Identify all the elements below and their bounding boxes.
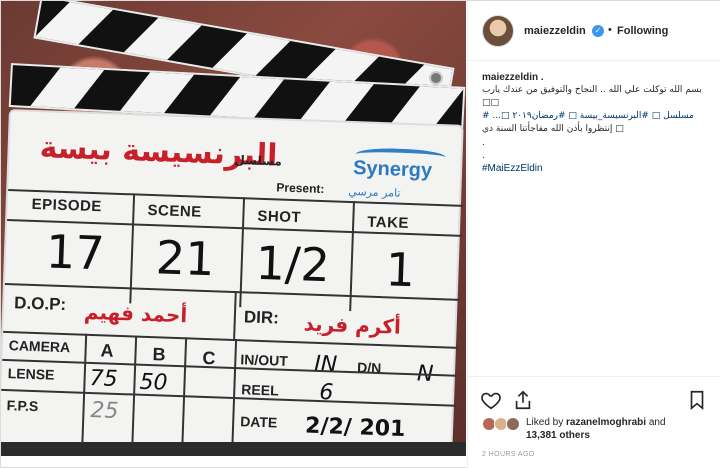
caption-line-2: □□	[482, 98, 500, 108]
caption-dot-2: .	[482, 150, 485, 161]
instagram-post: البرنسيسة بيسة مسلسل Synergy Present: تا…	[0, 0, 720, 468]
dir-name: أكرم فريد	[303, 311, 402, 339]
fps-value: 25	[90, 398, 119, 424]
likes-and: and	[646, 417, 666, 428]
lense-value-1: 75	[89, 365, 119, 392]
post-header: maiezzeldin ✓ • Following	[468, 1, 720, 61]
post-timestamp[interactable]: 2 HOURS AGO	[482, 451, 535, 458]
episode-header: EPISODE	[31, 195, 103, 216]
bookmark-icon[interactable]	[686, 389, 708, 411]
verified-badge-icon: ✓	[592, 25, 604, 37]
heart-icon[interactable]	[480, 389, 502, 411]
episode-value: 17	[45, 224, 106, 281]
avatar[interactable]	[482, 15, 514, 47]
liker-username-link[interactable]: razanelmoghrabi	[566, 417, 646, 428]
date-label: DATE	[239, 413, 278, 431]
fps-label: F.P.S	[6, 397, 39, 415]
liker-avatar-3	[506, 417, 520, 431]
dop-label: D.O.P:	[13, 293, 67, 315]
caption-line-3[interactable]: مسلسل □ #البرنسيسة_بيسة □ #رمضان٢٠١٩ □..…	[482, 110, 714, 123]
camera-label: CAMERA	[8, 337, 71, 356]
username-link[interactable]: maiezzeldin	[524, 25, 586, 37]
caption-line-1: بسم الله توكلت علي الله .. النجاح والتوف…	[482, 85, 702, 95]
share-icon[interactable]	[512, 389, 534, 411]
likes-prefix: Liked by	[526, 417, 567, 428]
hashtag-link[interactable]: #MaiEzzEldin	[482, 162, 714, 175]
board-series-label: مسلسل	[234, 152, 283, 169]
caption-dot-1: .	[482, 137, 485, 148]
scene-header: SCENE	[147, 201, 202, 221]
date-value: 2/2/ 201	[304, 413, 406, 443]
caption: maiezzeldin . بسم الله توكلت علي الله ..…	[482, 71, 714, 175]
likes-summary: Liked by razanelmoghrabi and 13,381 othe…	[526, 416, 716, 442]
post-actions: Liked by razanelmoghrabi and 13,381 othe…	[468, 376, 720, 468]
photo-bottom-strip	[1, 442, 466, 456]
dir-label: DIR:	[243, 307, 280, 328]
dop-name: أحمد فهيم	[83, 299, 188, 328]
scene-value: 21	[154, 230, 216, 287]
post-sidebar: maiezzeldin ✓ • Following maiezzeldin . …	[467, 1, 720, 468]
reel-label: REEL	[241, 381, 279, 399]
present-label: Present:	[276, 180, 325, 197]
separator-dot: •	[608, 24, 612, 36]
camera-b: B	[152, 344, 166, 365]
shot-value: 1/2	[254, 235, 331, 293]
camera-a: A	[100, 340, 114, 361]
likes-count-link[interactable]: 13,381 others	[526, 430, 590, 441]
inout-value: IN	[313, 351, 338, 378]
post-photo[interactable]: البرنسيسة بيسة مسلسل Synergy Present: تا…	[1, 1, 466, 456]
shot-header: SHOT	[257, 207, 302, 227]
inout-label: IN/OUT	[240, 351, 289, 369]
caption-line-4: □ إنتظروا بأذن الله مفاجأتنا السنة دي	[482, 124, 624, 134]
presenter-name: تامر مرسي	[348, 184, 401, 200]
caption-username[interactable]: maiezzeldin .	[482, 71, 714, 84]
clapper-hinge	[429, 71, 443, 85]
lense-value-2: 50	[139, 369, 168, 396]
take-value: 1	[384, 242, 416, 298]
clapperboard: البرنسيسة بيسة مسلسل Synergy Present: تا…	[1, 109, 464, 456]
logo-text: Synergy	[352, 157, 433, 182]
take-header: TAKE	[366, 213, 410, 233]
following-button[interactable]: Following	[617, 25, 668, 37]
lense-label: LENSE	[7, 365, 55, 383]
